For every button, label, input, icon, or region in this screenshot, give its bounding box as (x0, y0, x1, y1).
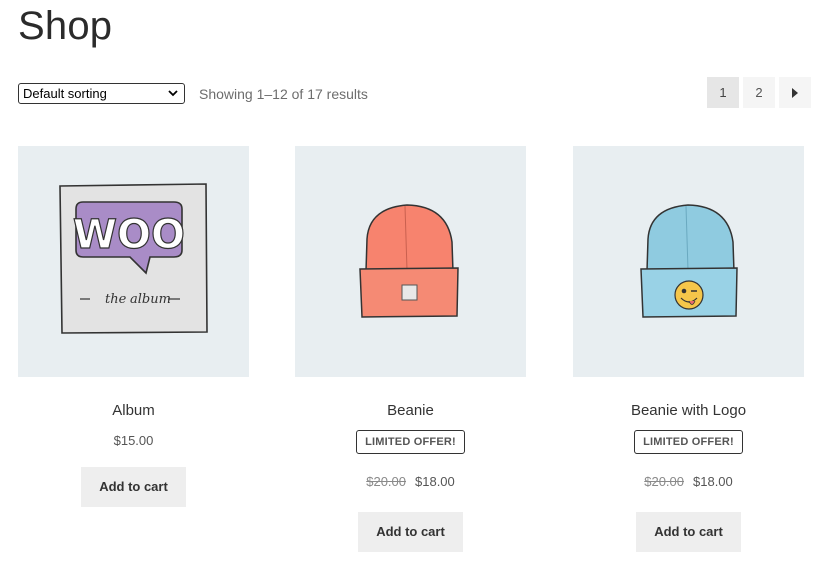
product-image-album[interactable]: WOO the album (18, 146, 249, 377)
add-to-cart-button[interactable]: Add to cart (636, 512, 741, 552)
product-name[interactable]: Album (18, 402, 249, 419)
product-price: $20.00 $18.00 (295, 474, 526, 489)
sort-selected-label: Default sorting (23, 86, 107, 101)
page-title: Shop (18, 4, 113, 48)
product-image-beanie-with-logo[interactable] (573, 146, 804, 377)
svg-text:the: the (105, 292, 127, 307)
page-2-link[interactable]: 2 (743, 77, 775, 108)
price-regular: $20.00 (366, 474, 406, 489)
add-to-cart-button[interactable]: Add to cart (81, 467, 186, 507)
product-image-beanie[interactable] (295, 146, 526, 377)
price-current: $15.00 (113, 433, 154, 448)
product-card-album: WOO the album Album $15.00 Add to cart (18, 146, 249, 507)
pagination: 1 2 (707, 77, 811, 108)
price-current: $18.00 (693, 474, 733, 489)
price-current: $18.00 (415, 474, 455, 489)
orange-beanie-image (359, 204, 459, 318)
add-to-cart-button[interactable]: Add to cart (358, 512, 463, 552)
product-card-beanie: Beanie LIMITED OFFER! $20.00 $18.00 Add t… (295, 146, 526, 552)
woo-album-image: WOO the album (59, 183, 208, 334)
product-price: $20.00 $18.00 (573, 474, 804, 489)
blue-beanie-logo-image (640, 204, 738, 318)
svg-text:WOO: WOO (73, 212, 185, 258)
product-name[interactable]: Beanie (295, 402, 526, 419)
chevron-right-icon (792, 87, 798, 98)
product-name[interactable]: Beanie with Logo (573, 402, 804, 419)
svg-text:album: album (130, 292, 171, 307)
chevron-down-icon (168, 90, 178, 97)
limited-offer-badge: LIMITED OFFER! (356, 430, 465, 454)
limited-offer-badge: LIMITED OFFER! (634, 430, 743, 454)
result-count: Showing 1–12 of 17 results (199, 86, 368, 102)
product-card-beanie-with-logo: Beanie with Logo LIMITED OFFER! $20.00 $1… (573, 146, 804, 552)
price-regular: $20.00 (644, 474, 684, 489)
sort-select[interactable]: Default sorting (18, 83, 185, 104)
product-price: $15.00 (18, 433, 249, 448)
page-1-current: 1 (707, 77, 739, 108)
next-page-button[interactable] (779, 77, 811, 108)
